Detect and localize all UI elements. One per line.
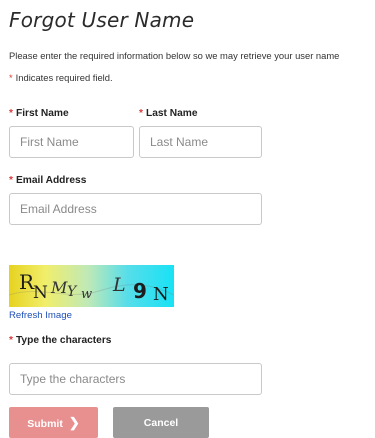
submit-label: Submit	[27, 417, 63, 430]
captcha-char: w	[81, 287, 92, 302]
required-asterisk: *	[9, 175, 13, 186]
captcha-char: 9	[133, 279, 147, 303]
required-asterisk: *	[139, 108, 143, 119]
first-name-field[interactable]	[9, 126, 134, 158]
required-asterisk: *	[9, 72, 13, 83]
email-field[interactable]	[9, 193, 262, 225]
captcha-char: N	[153, 284, 169, 305]
captcha-char: M	[50, 278, 68, 297]
email-label: * Email Address	[9, 175, 86, 186]
last-name-field[interactable]	[139, 126, 262, 158]
last-name-label: * Last Name	[139, 108, 198, 119]
required-asterisk: *	[9, 335, 13, 346]
captcha-char: Y	[67, 284, 78, 300]
first-name-label-text: First Name	[15, 108, 69, 119]
chevron-right-icon: ❯	[68, 414, 80, 430]
refresh-image-link[interactable]: Refresh Image	[9, 310, 72, 321]
captcha-char: N	[33, 283, 48, 303]
required-note: * Indicates required field.	[9, 72, 113, 83]
page-title: Forgot User Name	[9, 8, 195, 32]
captcha-glyphs: R N M Y w L 9 N	[9, 270, 174, 305]
captcha-field[interactable]	[9, 363, 262, 395]
captcha-image: R N M Y w L 9 N	[9, 265, 174, 307]
captcha-char: L	[112, 274, 126, 296]
email-label-text: Email Address	[15, 175, 87, 186]
intro-text: Please enter the required information be…	[9, 50, 340, 61]
first-name-label: * First Name	[9, 108, 69, 119]
captcha-label: * Type the characters	[9, 335, 111, 346]
required-asterisk: *	[9, 108, 13, 119]
cancel-button[interactable]: Cancel	[113, 407, 209, 438]
captcha-label-text: Type the characters	[15, 335, 112, 346]
required-note-text: Indicates required field.	[15, 72, 113, 83]
last-name-label-text: Last Name	[145, 108, 198, 119]
submit-button[interactable]: Submit ❯	[9, 407, 98, 438]
